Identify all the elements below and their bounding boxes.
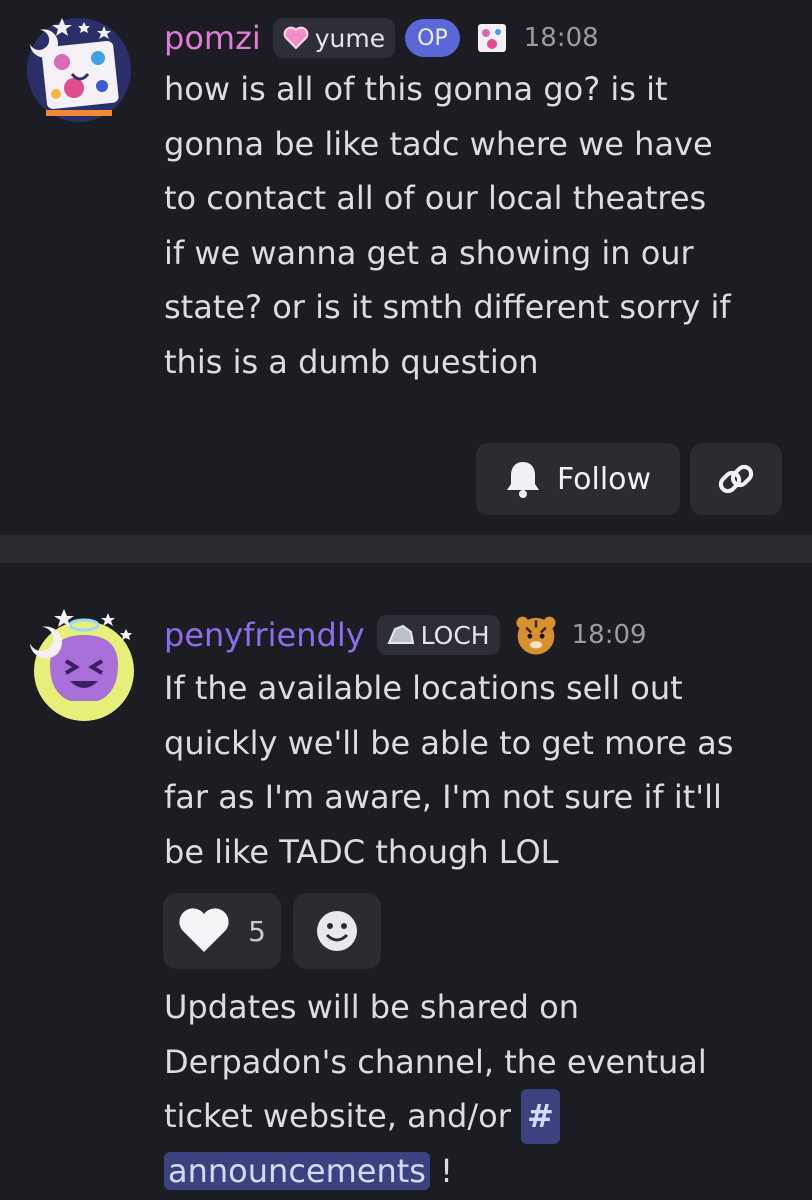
- op-message: how is all of this gonna go? is it gonna…: [164, 62, 731, 389]
- reply-second-message: Updates will be shared on Derpadon's cha…: [164, 980, 707, 1198]
- op-timestamp: 18:08: [523, 23, 599, 53]
- channel-mention-announcements[interactable]: announcements: [164, 1151, 430, 1190]
- penyfriendly-avatar[interactable]: [22, 603, 134, 721]
- op-post: pomzi yume OP 18:08 how is all of this g…: [0, 0, 812, 535]
- reaction-count: 5: [248, 914, 266, 948]
- op-message-line: this is a dumb question: [164, 342, 539, 381]
- pomzi-avatar[interactable]: [22, 14, 132, 124]
- channel-hash-icon[interactable]: #: [521, 1089, 560, 1144]
- reply-message-line: quickly we'll be able to get more as: [164, 723, 734, 762]
- smile-icon: [317, 911, 357, 951]
- op-role-label: yume: [314, 23, 386, 53]
- reply-second-line: ticket website, and/or #: [164, 1089, 707, 1144]
- link-icon: [718, 464, 754, 494]
- heart-reaction[interactable]: 5: [163, 893, 281, 969]
- op-username[interactable]: pomzi: [164, 18, 261, 58]
- reply-message-line: If the available locations sell out: [164, 669, 683, 707]
- reply-post: penyfriendly LOCH 18:09 If the available…: [0, 563, 812, 1200]
- op-message-line: state? or is it smth different sorry if: [164, 288, 731, 326]
- add-reaction-button[interactable]: [293, 893, 381, 969]
- op-role-tag[interactable]: yume: [272, 18, 396, 58]
- white-heart-icon: [179, 908, 229, 952]
- pink-heart-icon: [283, 26, 309, 50]
- reply-username[interactable]: penyfriendly: [164, 615, 365, 655]
- reply-second-line: announcements !: [164, 1144, 707, 1199]
- reply-second-line-text: ticket website, and/or: [164, 1097, 511, 1135]
- op-post-header: pomzi yume OP 18:08: [164, 18, 599, 58]
- reply-message: If the available locations sell out quic…: [164, 661, 733, 879]
- reply-timestamp: 18:09: [571, 620, 647, 650]
- op-message-line: to contact all of our local theatres: [164, 179, 707, 217]
- reply-second-line: Derpadon's channel, the eventual: [164, 1042, 707, 1081]
- reply-message-line: far as I'm aware, I'm not sure if it'll: [164, 778, 722, 816]
- copy-link-button[interactable]: [690, 443, 782, 515]
- op-message-line: gonna be like tadc where we have: [164, 124, 713, 163]
- follow-label: Follow: [556, 461, 652, 497]
- rock-icon: [387, 624, 414, 644]
- post-divider: [0, 535, 812, 563]
- reply-role-tag[interactable]: LOCH: [376, 615, 500, 655]
- tiger-icon: [516, 616, 556, 655]
- reply-role-label: LOCH: [420, 620, 490, 650]
- reaction-bar: 5: [163, 893, 381, 969]
- op-message-line: how is all of this gonna go? is it: [164, 70, 668, 108]
- op-badge: OP: [405, 19, 460, 57]
- follow-button[interactable]: Follow: [476, 443, 680, 515]
- bell-icon: [506, 462, 539, 498]
- profile-decoration-icon: [477, 24, 506, 52]
- reply-header: penyfriendly LOCH 18:09: [164, 613, 647, 657]
- op-message-line: if we wanna get a showing in our: [164, 233, 694, 272]
- trailing-punctuation: !: [440, 1151, 453, 1190]
- reply-second-line: Updates will be shared on: [164, 988, 579, 1026]
- reply-message-line: be like TADC though LOL: [164, 832, 559, 871]
